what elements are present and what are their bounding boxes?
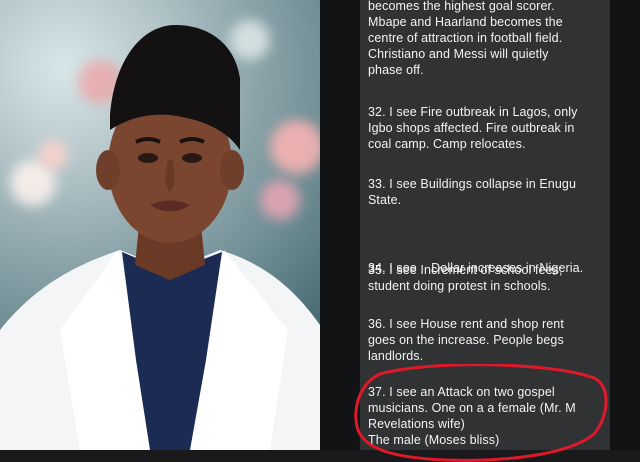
text-line: 33. I see Buildings collapse in Enugu bbox=[368, 177, 577, 191]
text-line: becomes the highest goal scorer. bbox=[368, 0, 555, 13]
ear-left bbox=[96, 150, 120, 190]
prophecy-item-32: 32. I see Fire outbreak in Lagos, only I… bbox=[368, 104, 608, 152]
text-line: goes on the increase. People begs bbox=[368, 333, 564, 347]
text-line: 32. I see Fire outbreak in Lagos, only bbox=[368, 105, 578, 119]
text-line: 36. I see House rent and shop rent bbox=[368, 317, 564, 331]
text-line: student doing protest in schools. bbox=[368, 279, 551, 293]
text-line: Revelations wife) bbox=[368, 417, 465, 431]
text-line: 35. I see Increment of school fees; bbox=[368, 263, 563, 277]
text-line: Christiano and Messi will quietly bbox=[368, 47, 549, 61]
prophecy-item-36: 36. I see House rent and shop rent goes … bbox=[368, 316, 608, 364]
prophecy-item-37: 37. I see an Attack on two gospel musici… bbox=[368, 384, 608, 448]
text-line: State. bbox=[368, 193, 402, 207]
prophecy-item-35: 35. I see Increment of school fees; stud… bbox=[368, 262, 608, 294]
text-line: 37. I see an Attack on two gospel bbox=[368, 385, 555, 399]
portrait-photo bbox=[0, 0, 320, 450]
text-line: musicians. One on a a female (Mr. M bbox=[368, 401, 576, 415]
prophecy-item-33: 33. I see Buildings collapse in Enugu St… bbox=[368, 176, 608, 208]
eye-right bbox=[182, 153, 202, 163]
eye-left bbox=[138, 153, 158, 163]
text-line: landlords. bbox=[368, 349, 424, 363]
text-line: Igbo shops affected. Fire outbreak in bbox=[368, 121, 575, 135]
text-line: Mbape and Haarland becomes the bbox=[368, 15, 563, 29]
text-line: coal camp. Camp relocates. bbox=[368, 137, 526, 151]
person-illustration bbox=[0, 25, 320, 450]
text-line: The male (Moses bliss) bbox=[368, 433, 500, 447]
message-continuation: becomes the highest goal scorer. Mbape a… bbox=[368, 0, 608, 78]
ear-right bbox=[220, 150, 244, 190]
text-line: phase off. bbox=[368, 63, 424, 77]
text-line: centre of attraction in football field. bbox=[368, 31, 563, 45]
